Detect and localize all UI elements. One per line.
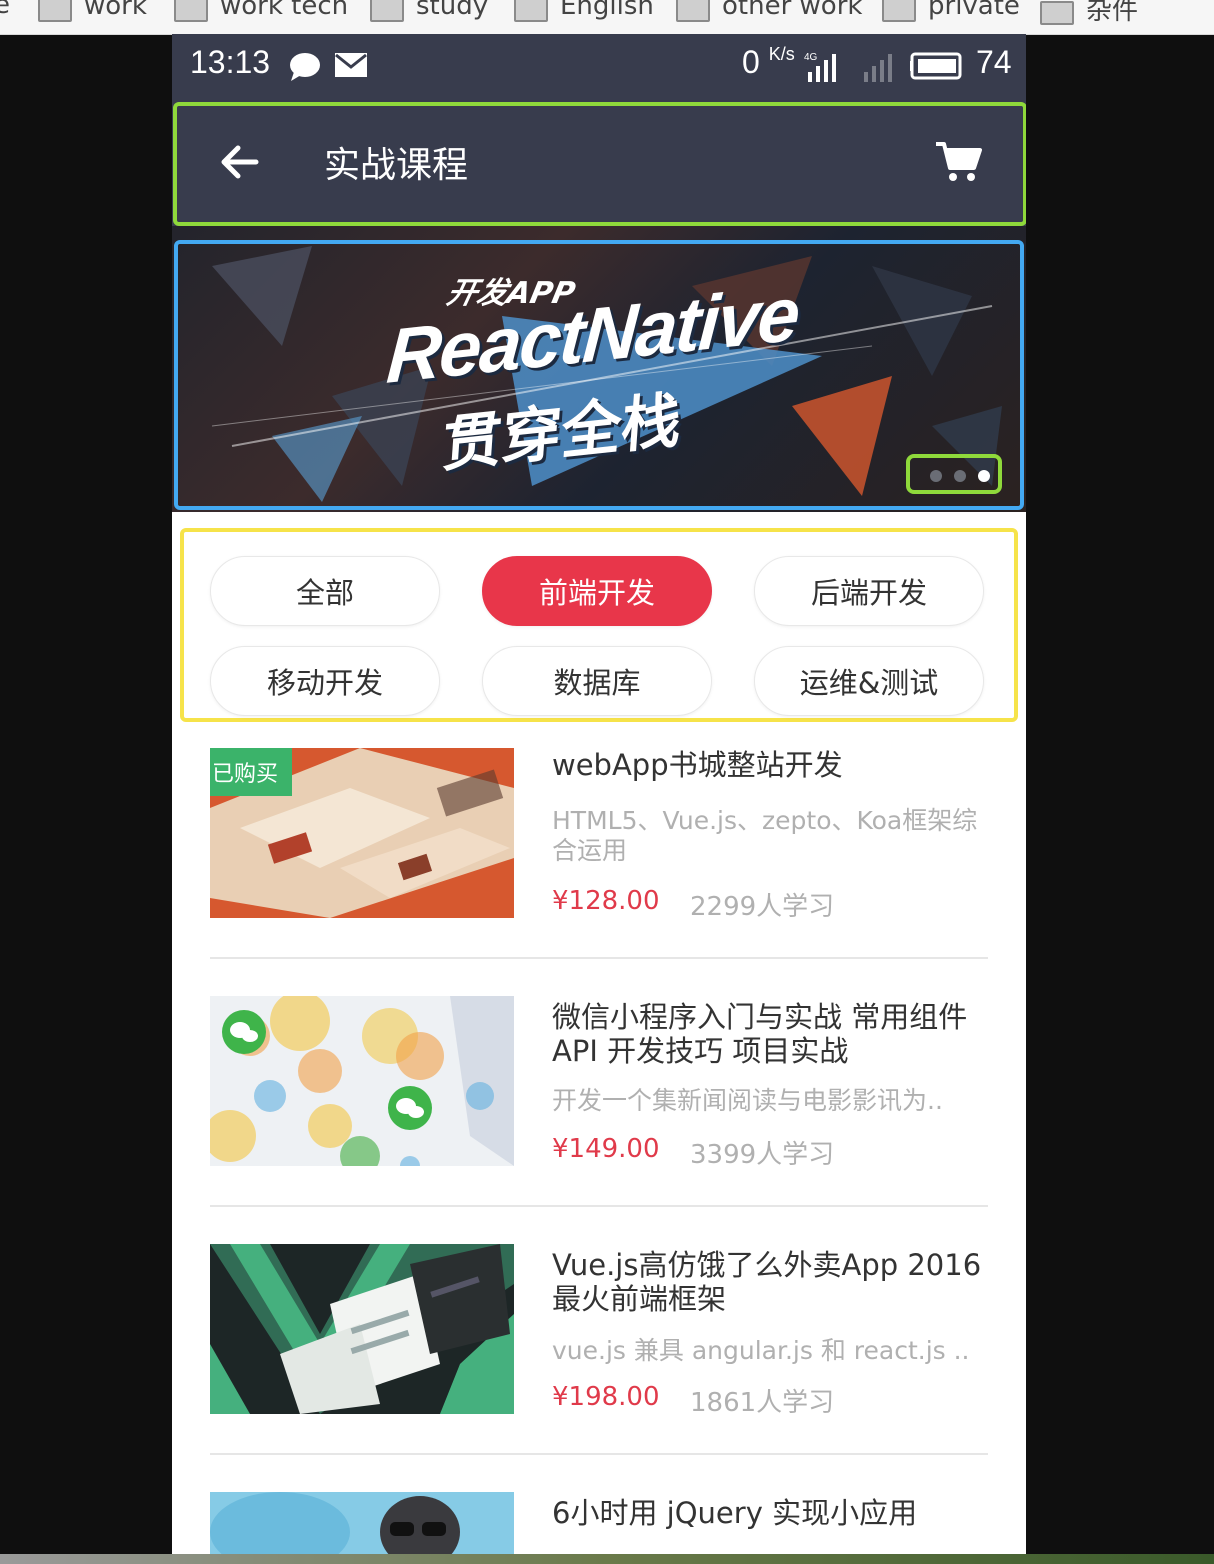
bookmark-other-work[interactable]: other work <box>676 0 862 22</box>
mail-icon <box>335 53 367 77</box>
carousel-indicator <box>906 454 1002 494</box>
thumbnail-art <box>210 996 514 1166</box>
folder-icon <box>882 0 916 22</box>
course-item[interactable]: Vue.js高仿饿了么外卖App 2016最火前端框架 vue.js 兼具 an… <box>210 1244 988 1444</box>
list-divider <box>210 1205 988 1207</box>
carousel-dot[interactable] <box>954 470 966 482</box>
course-learners: 3399人学习 <box>690 1140 835 1170</box>
folder-icon <box>514 0 548 22</box>
list-divider <box>210 957 988 959</box>
course-price: ¥198.00 <box>552 1382 660 1412</box>
cart-icon[interactable] <box>934 140 982 184</box>
course-thumbnail: 已购买 <box>210 748 514 918</box>
course-title[interactable]: 6小时用 jQuery 实现小应用 <box>552 1496 992 1530</box>
course-learners: 2299人学习 <box>690 892 835 922</box>
folder-icon <box>174 0 208 22</box>
bookmark-study[interactable]: study <box>370 0 488 22</box>
course-description: 开发一个集新闻阅读与电影影讯为.. <box>552 1086 943 1115</box>
signal-empty-icon <box>864 54 892 82</box>
banner-carousel[interactable]: 开发APP ReactNative 贯穿全栈 <box>172 226 1026 512</box>
course-title[interactable]: webApp书城整站开发 <box>552 748 992 782</box>
category-frontend[interactable]: 前端开发 <box>482 556 712 626</box>
folder-icon <box>370 0 404 22</box>
carousel-dot[interactable] <box>930 470 942 482</box>
banner-highlight-frame <box>174 240 1024 510</box>
signal-4g-icon: 4G <box>804 52 836 82</box>
course-title[interactable]: 微信小程序入门与实战 常用组件 API 开发技巧 项目实战 <box>552 1000 982 1068</box>
category-all[interactable]: 全部 <box>210 556 440 626</box>
course-item[interactable]: 微信小程序入门与实战 常用组件 API 开发技巧 项目实战 开发一个集新闻阅读与… <box>210 996 988 1196</box>
list-divider <box>210 1453 988 1455</box>
category-filter: 全部 前端开发 后端开发 移动开发 数据库 运维&测试 <box>180 528 1018 722</box>
category-backend[interactable]: 后端开发 <box>754 556 984 626</box>
course-price: ¥128.00 <box>552 886 660 916</box>
course-title[interactable]: Vue.js高仿饿了么外卖App 2016最火前端框架 <box>552 1248 992 1316</box>
category-ops-testing[interactable]: 运维&测试 <box>754 646 984 716</box>
bookmark-english[interactable]: English <box>514 0 654 22</box>
course-item[interactable]: 已购买 webApp书城整站开发 HTML5、Vue.js、zepto、Koa框… <box>210 748 988 948</box>
folder-icon <box>38 0 72 22</box>
course-item[interactable]: 6小时用 jQuery 实现小应用 <box>210 1492 988 1554</box>
desktop-background-strip <box>0 1554 1214 1564</box>
bookmark-work-tech[interactable]: work tech <box>174 0 348 22</box>
carousel-dot-active[interactable] <box>978 470 990 482</box>
top-navbar: 实战课程 <box>172 100 1026 226</box>
battery-icon <box>910 52 962 80</box>
bookmark-private[interactable]: private <box>882 0 1020 22</box>
thumbnail-art <box>210 1492 514 1554</box>
chat-bubble-icon <box>290 53 320 81</box>
page-title: 实战课程 <box>324 145 469 186</box>
course-thumbnail <box>210 1492 514 1554</box>
course-description: vue.js 兼具 angular.js 和 react.js .. <box>552 1336 970 1365</box>
folder-icon <box>676 0 710 22</box>
folder-icon <box>1040 0 1074 25</box>
status-bar: 13:13 0 K/s 4G 74 <box>172 34 1026 100</box>
bookmark-partial[interactable]: e <box>0 0 10 20</box>
course-price: ¥149.00 <box>552 1134 660 1164</box>
bookmarks-bar: e work work tech study English other wor… <box>0 0 1214 35</box>
category-mobile[interactable]: 移动开发 <box>210 646 440 716</box>
course-learners: 1861人学习 <box>690 1388 835 1418</box>
battery-level: 74 <box>976 44 1012 80</box>
category-database[interactable]: 数据库 <box>482 646 712 716</box>
bookmark-work[interactable]: work <box>38 0 147 22</box>
purchased-badge: 已购买 <box>210 748 292 796</box>
course-description: HTML5、Vue.js、zepto、Koa框架综合运用 <box>552 806 978 865</box>
arrow-left-icon[interactable] <box>216 138 264 186</box>
net-speed: 0 K/s <box>742 44 795 80</box>
course-thumbnail <box>210 996 514 1166</box>
course-thumbnail <box>210 1244 514 1414</box>
svg-text:4G: 4G <box>804 52 818 63</box>
status-time: 13:13 <box>190 44 271 80</box>
navbar-highlight-frame <box>173 102 1026 226</box>
phone-screen: 13:13 0 K/s 4G 74 实战课程 开发APP ReactNative… <box>172 34 1026 1554</box>
thumbnail-art <box>210 1244 514 1414</box>
bookmark-misc[interactable]: 杂件 <box>1040 0 1138 27</box>
